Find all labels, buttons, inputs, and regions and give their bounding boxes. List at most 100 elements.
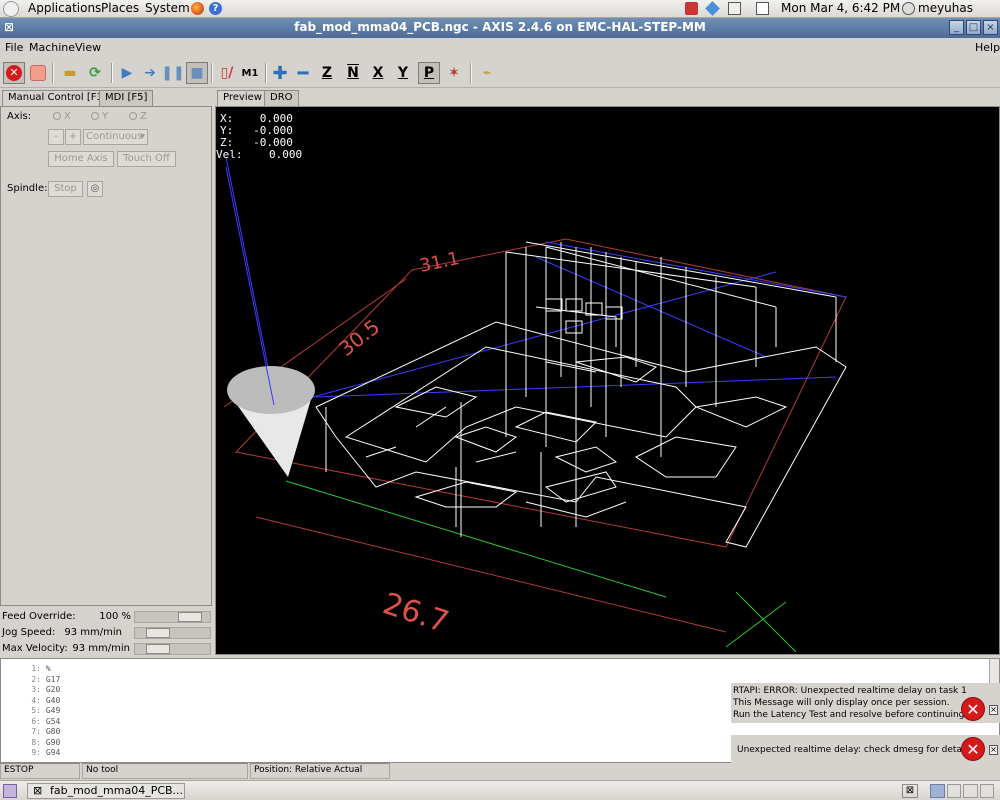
gcode-line[interactable]: 9: G94 [1,748,60,757]
workspace-switcher[interactable] [930,784,994,798]
axis-y-radio[interactable]: Y [91,111,108,122]
spindle-brake-button[interactable]: ◎ [87,181,103,197]
gcode-line-code: % [45,664,51,673]
clock[interactable]: Mon Mar 4, 6:42 PM [781,1,900,15]
view-p-button[interactable]: P [418,62,440,84]
axis-tray-icon[interactable]: ⊠ [902,784,918,798]
user-name[interactable]: meyuhas [918,1,973,15]
error-close-button[interactable]: × [989,745,998,755]
step-button[interactable]: ➔ [139,62,161,84]
workspace-1[interactable] [930,784,945,798]
gcode-line-number: 6: [31,716,41,726]
top-panel: Applications Places System ? Mon Mar 4, … [0,0,1000,18]
gcode-line-number: 4: [31,695,41,705]
feed-override-slider[interactable] [134,611,211,623]
tool-status: No tool [82,763,248,779]
estop-button[interactable]: ✕ [3,62,25,84]
home-axis-button[interactable]: Home Axis [48,151,114,167]
dropbox-icon[interactable] [705,1,720,16]
help-icon[interactable]: ? [209,2,222,15]
user-icon [902,2,915,15]
jog-speed-slider[interactable] [134,627,211,639]
stop-button[interactable]: ■ [186,62,208,84]
spindle-label: Spindle: [7,183,48,194]
jog-plus-button[interactable]: + [65,129,81,145]
clear-backplot-button[interactable]: ⌁ [476,62,498,84]
reload-icon: ⟳ [89,65,101,81]
error-popup-realtime: Unexpected realtime delay: check dmesg f… [731,735,1000,763]
workspace-2[interactable] [946,784,961,798]
mail-icon[interactable] [756,2,769,15]
gcode-line-number: 3: [31,685,41,694]
gnome-foot-icon[interactable] [3,1,19,17]
pause-button[interactable]: ❚❚ [161,62,184,84]
slider-knob[interactable] [146,628,170,638]
rotate-icon: ✶ [448,65,460,81]
firefox-icon[interactable] [191,2,204,15]
gcode-line-code: G40 [45,695,61,705]
block-delete-button[interactable]: ▯/ [216,62,238,84]
workspace-4[interactable] [979,784,994,798]
gcode-line[interactable]: 6: G54 [1,717,60,726]
gcode-line-code: G80 [45,727,61,736]
gcode-line-code: G54 [45,716,61,726]
zoom-in-button[interactable]: ✚ [269,62,291,84]
menubar: File Machine View Help [0,38,1000,58]
rotate-button[interactable]: ✶ [443,62,465,84]
applications-menu[interactable]: Applications [28,1,101,15]
slider-knob[interactable] [146,644,170,654]
menu-machine[interactable]: Machine [29,41,75,54]
gcode-line[interactable]: 4: G40 [1,696,60,705]
toolpath-preview[interactable]: 31.1 30.5 26.7 X: 0.000 Y: -0.000 Z: -0.… [215,106,1000,655]
tab-dro[interactable]: DRO [264,90,299,106]
open-file-button[interactable]: ▬ [59,62,81,84]
gcode-line[interactable]: 8: G90 [1,738,60,747]
touch-off-button[interactable]: Touch Off [117,151,176,167]
run-button[interactable]: ▶ [116,62,138,84]
max-velocity-slider[interactable] [134,643,211,655]
toolpath-canvas[interactable]: 31.1 30.5 26.7 [216,107,1000,655]
tab-manual-control[interactable]: Manual Control [F3] [2,90,113,107]
view-z2-button[interactable]: N [342,62,364,84]
menu-help[interactable]: Help [975,41,1000,54]
gcode-line[interactable]: 5: G49 [1,706,60,715]
show-desktop-icon[interactable] [3,784,17,798]
optional-stop-icon: M1 [241,67,259,79]
taskbar-item-label: fab_mod_mma04_PCB... [50,784,184,797]
places-menu[interactable]: Places [101,1,139,15]
close-button[interactable]: × [983,20,998,35]
jog-speed-label: Jog Speed: [2,627,56,638]
tab-mdi[interactable]: MDI [F5] [99,90,154,106]
gcode-line[interactable]: 3: G20 [1,685,60,694]
window-titlebar[interactable]: ⊠ fab_mod_mma04_PCB.ngc - AXIS 2.4.6 on … [0,18,1000,38]
optional-stop-button[interactable]: M1 [239,62,261,84]
reload-button[interactable]: ⟳ [84,62,106,84]
volume-icon[interactable] [728,2,741,15]
slider-knob[interactable] [178,612,202,622]
minimize-button[interactable]: _ [949,20,964,35]
tab-preview[interactable]: Preview [217,90,268,107]
menu-view[interactable]: View [75,41,101,54]
workspace-3[interactable] [963,784,978,798]
gcode-line-number: 5: [31,706,41,715]
gcode-line-code: G20 [45,685,61,694]
zoom-out-button[interactable]: ━ [292,62,314,84]
spindle-stop-button[interactable]: Stop [48,181,83,197]
axis-z-radio[interactable]: Z [129,111,147,122]
gcode-line[interactable]: 2: G17 [1,675,60,684]
error-close-button[interactable]: × [989,705,998,715]
machine-power-button[interactable] [27,62,49,84]
gcode-line[interactable]: 1: % [1,664,51,673]
taskbar-item-axis[interactable]: ⊠ fab_mod_mma04_PCB... [27,783,185,799]
system-menu[interactable]: System [145,1,190,15]
update-icon[interactable] [685,2,698,15]
view-z-button[interactable]: Z [316,62,338,84]
axis-x-radio[interactable]: X [53,111,71,122]
view-y-button[interactable]: Y [392,62,414,84]
maximize-button[interactable]: □ [966,20,981,35]
jog-minus-button[interactable]: - [48,129,64,145]
gcode-line[interactable]: 7: G80 [1,727,60,736]
menu-file[interactable]: File [5,41,23,54]
view-x-button[interactable]: X [367,62,389,84]
jog-mode-select[interactable]: Continuous ▾ [83,129,148,145]
